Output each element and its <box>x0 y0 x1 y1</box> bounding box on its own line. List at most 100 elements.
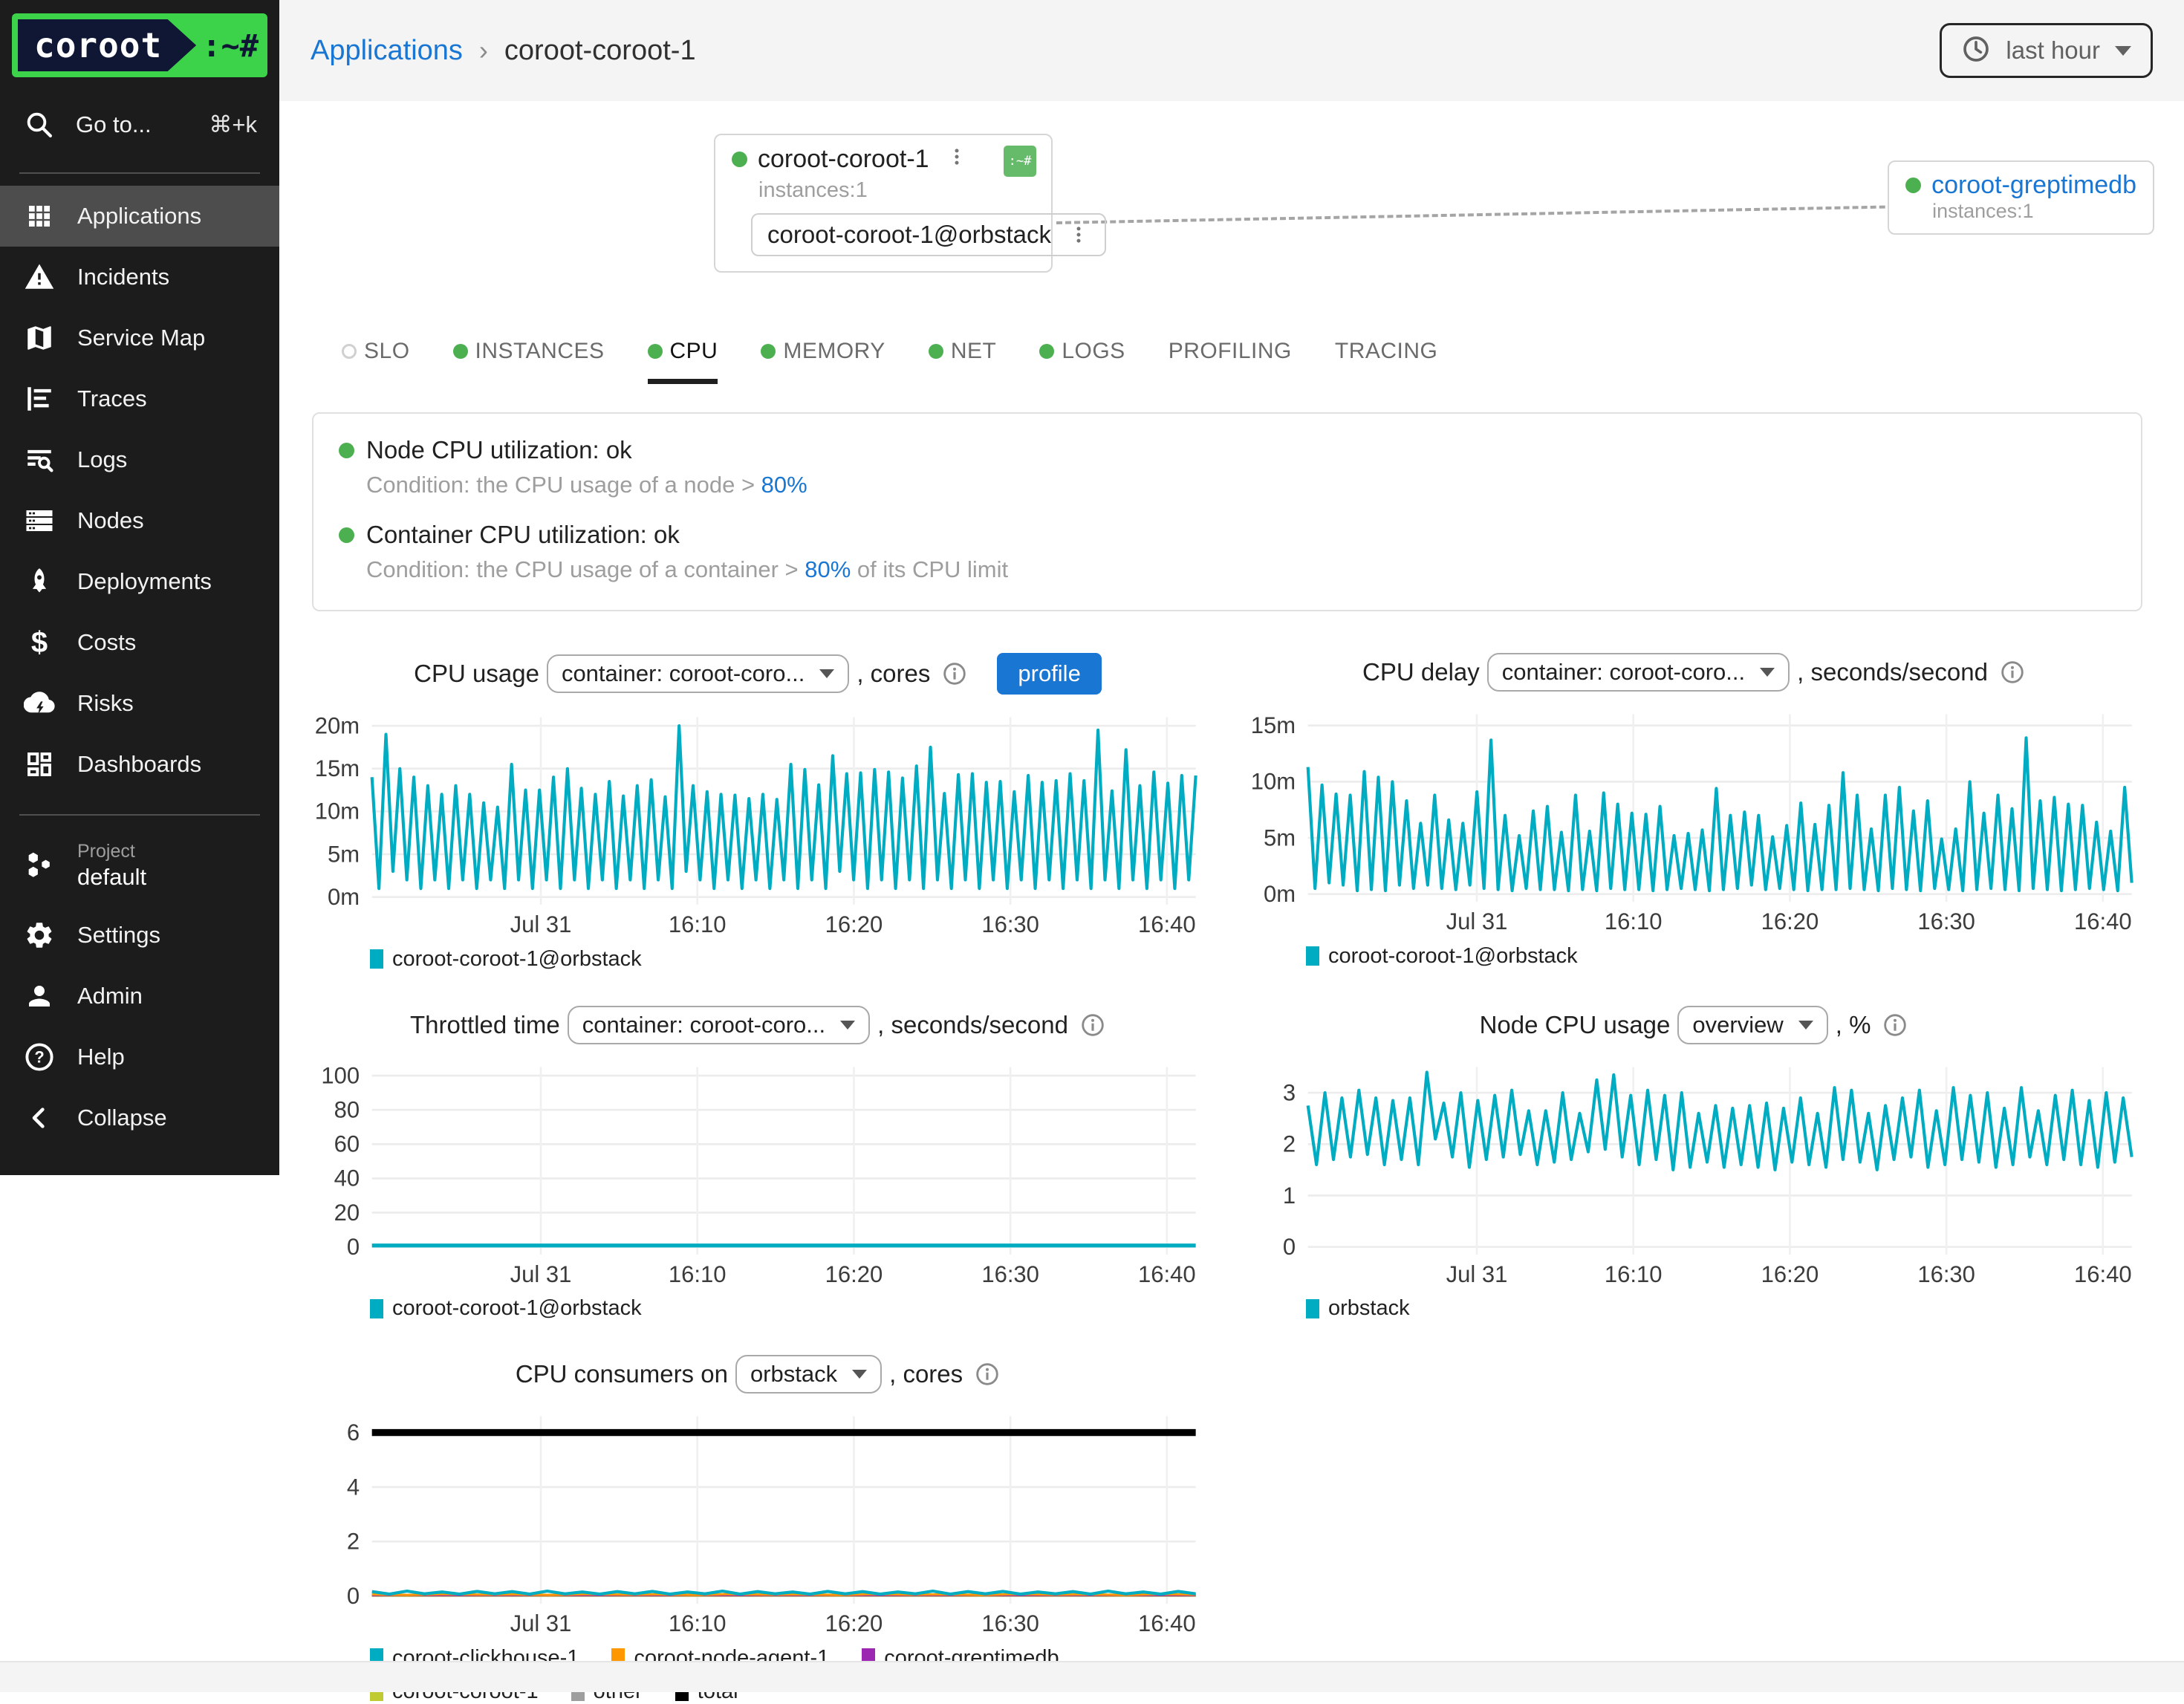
legend-item[interactable]: coroot-coroot-1@orbstack <box>370 1296 642 1321</box>
legend-item[interactable]: coroot-coroot-1@orbstack <box>1306 944 1578 969</box>
tab-profiling[interactable]: PROFILING <box>1169 339 1292 384</box>
time-range-selector[interactable]: last hour <box>1940 23 2153 78</box>
container-selector-dropdown[interactable]: container: coroot-coro... <box>568 1006 870 1044</box>
sidebar-item-risks[interactable]: Risks <box>0 673 279 734</box>
info-icon[interactable] <box>975 1362 1000 1387</box>
cpu-checks-card: Node CPU utilization: okCondition: the C… <box>312 412 2142 611</box>
app-card-coroot-coroot-1[interactable]: coroot-coroot-1 :~# instances:1 coroot-c… <box>714 134 1053 273</box>
sidebar-item-deployments[interactable]: Deployments <box>0 551 279 612</box>
tab-logs[interactable]: LOGS <box>1039 339 1125 384</box>
tab-label: TRACING <box>1335 339 1438 364</box>
sidebar-item-costs[interactable]: $Costs <box>0 612 279 673</box>
go-to-search[interactable]: Go to... ⌘+k <box>0 89 279 160</box>
upstream-app-link[interactable]: coroot-greptimedb <box>1931 171 2136 200</box>
chart-title: CPU consumers on <box>516 1360 728 1388</box>
container-selector-dropdown[interactable]: container: coroot-coro... <box>547 654 849 693</box>
map-icon <box>22 321 56 355</box>
sidebar-item-traces[interactable]: Traces <box>0 368 279 429</box>
coroot-logo[interactable]: coroot :~# <box>12 13 267 77</box>
svg-text:16:10: 16:10 <box>1605 1261 1663 1287</box>
svg-text:10m: 10m <box>1251 769 1296 795</box>
logs-search-icon <box>22 443 56 477</box>
chart-cpu-delay-header: CPU delay container: coroot-coro... , se… <box>1248 653 2139 692</box>
legend-item[interactable]: coroot-coroot-1@orbstack <box>370 947 642 972</box>
info-icon[interactable] <box>2000 660 2025 685</box>
footer-strip <box>0 1661 2184 1692</box>
svg-text:Jul 31: Jul 31 <box>510 1610 572 1636</box>
top-bar: Applications › coroot-coroot-1 last hour <box>279 0 2184 101</box>
kebab-menu-icon[interactable] <box>946 146 968 168</box>
logo-terminal-glyph: :~# <box>202 27 259 64</box>
svg-text:Jul 31: Jul 31 <box>1446 908 1508 934</box>
dependency-link-line <box>1056 205 1903 224</box>
terminal-badge[interactable]: :~# <box>1004 146 1036 177</box>
tab-slo[interactable]: SLO <box>342 339 410 384</box>
sidebar-item-nodes[interactable]: Nodes <box>0 490 279 551</box>
legend-item[interactable]: orbstack <box>1306 1296 1410 1321</box>
overview-selector-dropdown[interactable]: overview <box>1677 1006 1827 1044</box>
svg-text:0m: 0m <box>1264 881 1296 907</box>
node-cpu-usage-plot[interactable]: Jul 3116:1016:2016:3016:400123 <box>1248 1055 2139 1290</box>
main-content: Applications › coroot-coroot-1 last hour… <box>279 0 2184 1704</box>
svg-text:0: 0 <box>347 1583 360 1609</box>
svg-text:16:40: 16:40 <box>1138 1610 1196 1636</box>
cpu-delay-plot[interactable]: Jul 3116:1016:2016:3016:400m5m10m15m <box>1248 702 2139 937</box>
traces-icon <box>22 382 56 416</box>
sidebar-item-admin[interactable]: Admin <box>0 966 279 1027</box>
check-title: Container CPU utilization: ok <box>366 521 680 549</box>
project-name: default <box>77 863 146 892</box>
sidebar-item-dashboards[interactable]: Dashboards <box>0 734 279 795</box>
sidebar-item-collapse[interactable]: Collapse <box>0 1087 279 1148</box>
warning-triangle-icon <box>22 260 56 294</box>
svg-text:5m: 5m <box>328 841 360 867</box>
chart-title: Node CPU usage <box>1480 1011 1671 1039</box>
instance-pill-orbstack[interactable]: coroot-coroot-1@orbstack <box>751 213 1106 256</box>
threshold-link[interactable]: 80% <box>805 556 851 582</box>
sidebar-item-service-map[interactable]: Service Map <box>0 308 279 368</box>
sidebar-item-applications[interactable]: Applications <box>0 186 279 247</box>
app-card-coroot-greptimedb[interactable]: coroot-greptimedb instances:1 <box>1888 160 2154 235</box>
sidebar-item-label: Service Map <box>77 325 205 351</box>
chart-legend: coroot-coroot-1@orbstack <box>370 947 1203 972</box>
chevron-down-icon <box>1798 1021 1813 1030</box>
legend-label: coroot-coroot-1@orbstack <box>392 1296 642 1321</box>
cpu-usage-plot[interactable]: Jul 3116:1016:2016:3016:400m5m10m15m20m <box>312 705 1203 940</box>
sidebar-item-settings[interactable]: Settings <box>0 905 279 966</box>
sidebar-item-incidents[interactable]: Incidents <box>0 247 279 308</box>
svg-text:15m: 15m <box>315 755 360 781</box>
sidebar-item-logs[interactable]: Logs <box>0 429 279 490</box>
tab-net[interactable]: NET <box>929 339 997 384</box>
chart-throttled-time: Throttled time container: coroot-coro...… <box>312 1006 1203 1321</box>
tab-status-dot <box>648 344 663 359</box>
check-item: Container CPU utilization: okCondition: … <box>339 521 2116 583</box>
breadcrumb-applications-link[interactable]: Applications <box>311 35 463 67</box>
kebab-menu-icon[interactable] <box>1067 224 1090 246</box>
gear-icon <box>22 918 56 952</box>
info-icon[interactable] <box>942 661 967 686</box>
service-map: coroot-coroot-1 :~# instances:1 coroot-c… <box>279 129 2184 313</box>
info-icon[interactable] <box>1882 1012 1908 1038</box>
breadcrumb-current: coroot-coroot-1 <box>504 35 696 67</box>
info-icon[interactable] <box>1080 1012 1105 1038</box>
sidebar-item-help[interactable]: ?Help <box>0 1027 279 1087</box>
cpu-consumers-plot[interactable]: Jul 3116:1016:2016:3016:400246 <box>312 1404 1203 1639</box>
upstream-instances-count: instances:1 <box>1932 200 2136 223</box>
profile-button[interactable]: profile <box>997 653 1101 695</box>
node-selector-dropdown[interactable]: orbstack <box>735 1355 882 1394</box>
tab-cpu[interactable]: CPU <box>648 339 718 384</box>
sidebar-item-label: Costs <box>77 629 136 656</box>
tab-instances[interactable]: INSTANCES <box>453 339 605 384</box>
project-selector[interactable]: Project default <box>0 827 279 905</box>
svg-text:16:40: 16:40 <box>2074 908 2132 934</box>
storm-cloud-icon <box>22 686 56 721</box>
container-selector-dropdown[interactable]: container: coroot-coro... <box>1487 653 1790 692</box>
sidebar-item-label: Help <box>77 1044 125 1070</box>
tab-label: SLO <box>364 339 410 364</box>
tab-memory[interactable]: MEMORY <box>761 339 885 384</box>
svg-text:16:20: 16:20 <box>825 911 883 937</box>
throttled-time-plot[interactable]: Jul 3116:1016:2016:3016:40020406080100 <box>312 1055 1203 1290</box>
tab-tracing[interactable]: TRACING <box>1335 339 1438 384</box>
app-name: coroot-coroot-1 <box>758 146 929 173</box>
svg-text:16:10: 16:10 <box>1605 908 1663 934</box>
threshold-link[interactable]: 80% <box>761 472 807 498</box>
